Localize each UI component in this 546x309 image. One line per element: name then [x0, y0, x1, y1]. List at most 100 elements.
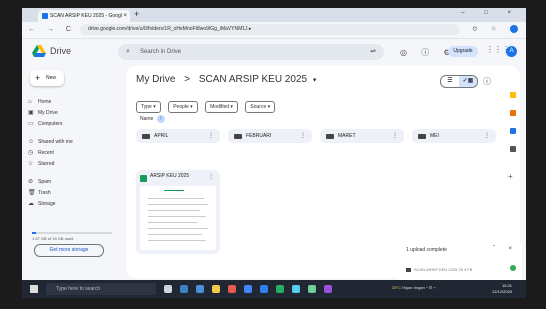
task-view-icon[interactable]	[164, 285, 172, 293]
sidebar-item-spam[interactable]: ⊘ Spam	[28, 178, 51, 187]
contacts-icon[interactable]	[510, 146, 516, 152]
folder-item[interactable]: MARET ⋮	[320, 129, 404, 143]
tasks-icon[interactable]	[510, 128, 516, 134]
app-icon[interactable]	[292, 285, 300, 293]
sidebar-item-my-drive[interactable]: ▣ My Drive	[28, 109, 58, 118]
upload-status-title: 1 upload complete	[406, 247, 447, 253]
folder-icon	[406, 267, 411, 272]
filter-people[interactable]: People ▾	[168, 101, 198, 113]
address-bar-row: ← → C ⇆ drive.google.com/drive/u/0/folde…	[22, 22, 526, 39]
address-bar-actions[interactable]: ⊙ ☆	[472, 25, 518, 33]
list-view-button[interactable]: ☰	[441, 76, 459, 87]
breadcrumb-separator: >	[184, 74, 191, 85]
sort-arrow-icon[interactable]: ↑	[156, 115, 165, 123]
weather-text[interactable]: Hujan ringan	[402, 285, 425, 290]
clock[interactable]: 15:21 12/12/2025	[492, 283, 512, 295]
folder-item[interactable]: APRIL ⋮	[136, 129, 220, 143]
grid-view-button[interactable]: ✓▦	[459, 76, 477, 87]
url-input[interactable]: drive.google.com/drive/u/0/folders/1R_oH…	[80, 24, 460, 35]
taskbar-search-input[interactable]: Type here to search	[46, 283, 156, 295]
sidebar-item-recent[interactable]: ◷ Recent	[28, 149, 54, 158]
view-toggle[interactable]: ☰ ✓▦	[440, 75, 478, 88]
folder-name: FEBRUARI	[246, 133, 272, 139]
edge-icon[interactable]	[180, 285, 188, 293]
sidebar-item-storage[interactable]: ☁ Storage	[28, 200, 56, 209]
spreadsheet-icon	[140, 175, 147, 182]
sidebar-item-computers[interactable]: ▭ Computers	[28, 120, 62, 129]
file-explorer-icon[interactable]	[212, 285, 220, 293]
tab-close-icon[interactable]: ×	[123, 10, 127, 22]
sidebar-item-starred[interactable]: ☆ Starred	[28, 160, 54, 169]
cloud-icon: ☁	[28, 201, 34, 207]
star-icon: ☆	[28, 161, 34, 167]
more-options-icon[interactable]: ⋮	[300, 129, 306, 143]
folder-icon	[142, 134, 150, 139]
sidebar-item-label: Spam	[38, 179, 52, 185]
file-card[interactable]: ARSIP KEU 2025 ⋮	[136, 170, 220, 254]
app-icon[interactable]	[324, 285, 332, 293]
add-addon-icon[interactable]: +	[508, 172, 513, 181]
sidebar-item-label: Shared with me	[38, 139, 73, 145]
excel-icon[interactable]	[276, 285, 284, 293]
clock-icon: ◷	[28, 150, 34, 156]
thumbnail-line	[148, 240, 206, 241]
check-icon	[510, 265, 516, 271]
thumbnail-line	[148, 216, 206, 217]
trash-icon: 🗑	[28, 190, 36, 196]
calendar-icon[interactable]	[510, 110, 516, 116]
info-icon[interactable]: ⓘ	[483, 76, 491, 87]
search-placeholder: Search in Drive	[140, 49, 182, 55]
search-options-icon[interactable]: ⇌	[370, 44, 376, 60]
taskbar: Type here to search 28°C Hujan ringan ^ …	[22, 280, 526, 298]
new-button[interactable]: + New	[30, 70, 64, 86]
window-controls[interactable]: – □ ×	[461, 10, 520, 16]
star-icon[interactable]: ⊙ ☆	[472, 27, 502, 33]
app-icon[interactable]	[308, 285, 316, 293]
thumbnail-line	[148, 234, 202, 235]
home-icon: ⌂	[28, 99, 32, 105]
upload-panel-controls[interactable]: ˇ ×	[493, 246, 518, 252]
folder-icon	[234, 134, 242, 139]
folder-icon	[418, 134, 426, 139]
folder-item[interactable]: MEI ⋮	[412, 129, 496, 143]
folder-name: APRIL	[154, 133, 169, 139]
breadcrumb-my-drive[interactable]: My Drive	[136, 74, 175, 85]
weather-temp[interactable]: 28°C	[392, 285, 401, 290]
chevron-down-icon[interactable]: ▾	[313, 77, 317, 84]
upload-status-panel: 1 upload complete ˇ × SCAN ARSIP KEU 202…	[398, 243, 522, 283]
sidebar-item-home[interactable]: ⌂ Home	[28, 98, 51, 107]
search-input[interactable]: ⌕ Search in Drive ⇌	[118, 44, 384, 60]
sidebar-item-trash[interactable]: 🗑 Trash	[28, 189, 51, 198]
chrome-icon[interactable]	[244, 285, 252, 293]
filter-type[interactable]: Type ▾	[136, 101, 161, 113]
windows-start-icon[interactable]	[30, 285, 38, 293]
more-options-icon[interactable]: ⋮	[392, 129, 398, 143]
upgrade-button[interactable]: Upgrade	[448, 46, 478, 57]
folder-item[interactable]: FEBRUARI ⋮	[228, 129, 312, 143]
more-options-icon[interactable]: ⋮	[208, 129, 214, 143]
page-title[interactable]: SCAN ARSIP KEU 2025	[199, 74, 307, 85]
tab-title: SCAN ARSIP KEU 2025 - Googl	[50, 13, 122, 19]
avatar[interactable]: A	[506, 46, 517, 57]
folder-name: MEI	[430, 133, 439, 139]
sidebar-item-label: Trash	[38, 190, 51, 196]
thumbnail-line	[148, 204, 208, 205]
word-icon[interactable]	[260, 285, 268, 293]
sidebar-item-shared[interactable]: ☺ Shared with me	[28, 138, 73, 147]
upload-file-name: SCAN ARSIP KEU 2025 76.4 FB	[414, 267, 473, 272]
new-tab-button[interactable]: +	[134, 9, 139, 19]
profile-icon[interactable]	[510, 25, 518, 33]
app-icon[interactable]	[228, 285, 236, 293]
browser-tab[interactable]: SCAN ARSIP KEU 2025 - Googl ×	[38, 10, 130, 22]
filter-modified[interactable]: Modified ▾	[205, 101, 238, 113]
more-options-icon[interactable]: ⋮	[484, 129, 490, 143]
filter-chips: Type ▾ People ▾ Modified ▾ Source ▾	[136, 95, 278, 113]
filter-source[interactable]: Source ▾	[245, 101, 276, 113]
sort-by-name[interactable]: Name ↑	[140, 115, 165, 123]
tray-icons[interactable]: ^ ⊡ ⌁	[426, 285, 436, 290]
keep-icon[interactable]	[510, 92, 516, 98]
more-options-icon[interactable]: ⋮	[208, 173, 214, 180]
get-more-storage-button[interactable]: Get more storage	[34, 244, 104, 257]
sidebar-item-label: Starred	[38, 161, 55, 167]
store-icon[interactable]	[196, 285, 204, 293]
